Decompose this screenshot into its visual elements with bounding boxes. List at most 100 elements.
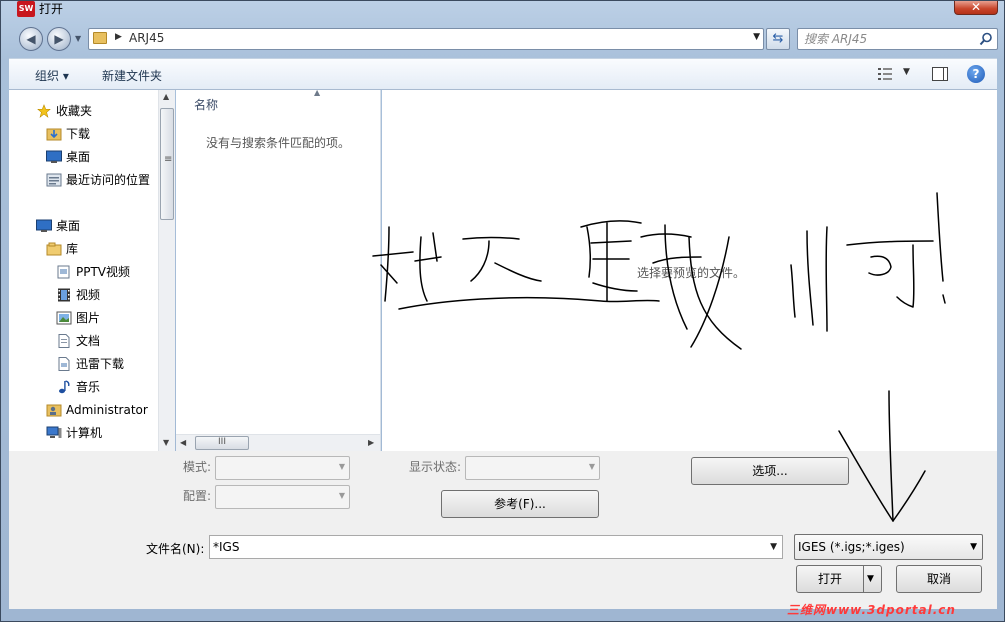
refresh-button[interactable]: ⇆ bbox=[766, 28, 790, 50]
video-library-icon bbox=[57, 265, 70, 278]
sidebar-item-thunder-download[interactable]: 迅雷下载 bbox=[56, 354, 124, 374]
config-dropdown[interactable]: ▼ bbox=[215, 485, 350, 509]
music-icon bbox=[59, 379, 70, 393]
navigation-pane-scrollbar[interactable]: ▲ ▼ bbox=[158, 90, 175, 451]
sidebar-item-label: Administrator bbox=[66, 403, 148, 417]
display-state-dropdown[interactable]: ▼ bbox=[465, 456, 600, 480]
help-icon[interactable]: ? bbox=[967, 65, 985, 83]
mode-label: 模式: bbox=[183, 460, 212, 474]
sidebar-item-label: 下载 bbox=[66, 127, 91, 141]
command-bar: 组织 ▾ 新建文件夹 ▼ ? bbox=[9, 58, 997, 90]
navigation-pane: 收藏夹 下载 桌面 最近访问的位置 桌面 库 PPTV视频 视频 图片 文档 迅 bbox=[9, 90, 174, 451]
sidebar-item-label: 文档 bbox=[76, 334, 101, 348]
recent-places-icon bbox=[46, 173, 62, 186]
sidebar-item-desktop[interactable]: 桌面 bbox=[36, 216, 80, 236]
address-dropdown-arrow[interactable]: ▼ bbox=[753, 32, 760, 42]
sidebar-item-documents[interactable]: 文档 bbox=[56, 331, 100, 351]
picture-icon bbox=[56, 311, 72, 324]
desktop-icon bbox=[46, 150, 62, 163]
chevron-down-icon[interactable]: ▼ bbox=[867, 566, 874, 592]
file-list-horizontal-scrollbar[interactable]: ◀ III ▶ bbox=[176, 434, 380, 451]
filename-combobox[interactable]: ▼ bbox=[209, 535, 783, 559]
document-icon bbox=[58, 333, 70, 348]
library-icon bbox=[46, 242, 62, 255]
sidebar-item-downloads[interactable]: 下载 bbox=[46, 124, 90, 144]
config-label: 配置: bbox=[183, 489, 212, 503]
open-split-button[interactable]: 打开 ▼ bbox=[796, 565, 882, 593]
open-file-dialog: SW 打开 ✕ ◀ ▶ ▼ ▶ ARJ45 ▼ ⇆ 组织 ▾ 新建文件夹 ▼ ? bbox=[0, 0, 1005, 622]
filename-input[interactable] bbox=[213, 539, 753, 555]
sidebar-item-computer[interactable]: 计算机 bbox=[46, 423, 102, 443]
sidebar-item-desktop-fav[interactable]: 桌面 bbox=[46, 147, 90, 167]
sidebar-item-label: 库 bbox=[66, 242, 79, 256]
film-icon bbox=[58, 288, 70, 301]
site-watermark: 三维网www.3dportal.cn bbox=[787, 603, 956, 617]
desktop-icon bbox=[36, 219, 52, 232]
cancel-button[interactable]: 取消 bbox=[896, 565, 982, 593]
scroll-up-arrow[interactable]: ▲ bbox=[163, 92, 169, 101]
sidebar-item-recent-places[interactable]: 最近访问的位置 bbox=[46, 170, 150, 190]
breadcrumb-separator[interactable]: ▶ bbox=[115, 32, 122, 42]
sidebar-item-videos[interactable]: 视频 bbox=[56, 285, 100, 305]
star-icon bbox=[37, 103, 51, 118]
breadcrumb-arj45[interactable]: ARJ45 bbox=[129, 31, 164, 45]
file-type-value: IGES (*.igs;*.iges) bbox=[798, 540, 905, 554]
thunder-download-icon bbox=[58, 356, 70, 371]
sidebar-item-pptv[interactable]: PPTV视频 bbox=[56, 262, 130, 282]
display-state-label: 显示状态: bbox=[409, 460, 462, 474]
view-details-icon[interactable] bbox=[878, 68, 892, 80]
scrollbar-thumb[interactable] bbox=[160, 108, 174, 220]
window-title: 打开 bbox=[39, 2, 64, 16]
horizontal-scrollbar-thumb[interactable]: III bbox=[195, 436, 249, 450]
sidebar-item-label: 迅雷下载 bbox=[76, 357, 125, 371]
sidebar-item-label: 音乐 bbox=[76, 380, 101, 394]
view-dropdown-arrow[interactable]: ▼ bbox=[903, 67, 910, 77]
preview-pane: 选择要预览的文件。 bbox=[382, 90, 997, 451]
new-folder-button[interactable]: 新建文件夹 bbox=[102, 67, 162, 84]
search-input[interactable] bbox=[804, 31, 974, 47]
sidebar-item-label: 最近访问的位置 bbox=[66, 173, 151, 187]
chevron-down-icon: ▼ bbox=[970, 542, 977, 552]
scroll-right-arrow[interactable]: ▶ bbox=[368, 438, 374, 447]
download-folder-icon bbox=[46, 128, 62, 140]
mode-dropdown[interactable]: ▼ bbox=[215, 456, 350, 480]
search-icon[interactable] bbox=[979, 32, 993, 46]
sidebar-item-label: 计算机 bbox=[66, 426, 103, 440]
close-button[interactable]: ✕ bbox=[954, 1, 998, 15]
organize-menu[interactable]: 组织 ▾ bbox=[35, 67, 69, 84]
split-divider bbox=[863, 566, 864, 592]
preview-message: 选择要预览的文件。 bbox=[637, 266, 746, 280]
sort-ascending-icon: ▲ bbox=[314, 88, 321, 97]
sidebar-item-music[interactable]: 音乐 bbox=[56, 377, 100, 397]
computer-icon bbox=[46, 426, 62, 438]
back-button[interactable]: ◀ bbox=[19, 27, 43, 51]
reference-button[interactable]: 参考(F)... bbox=[441, 490, 599, 518]
sidebar-item-pictures[interactable]: 图片 bbox=[56, 308, 100, 328]
preview-pane-icon[interactable] bbox=[932, 67, 948, 81]
sidebar-item-label: 桌面 bbox=[56, 219, 81, 233]
sidebar-item-label: 桌面 bbox=[66, 150, 91, 164]
sidebar-item-libraries[interactable]: 库 bbox=[46, 239, 78, 259]
chevron-down-icon[interactable]: ▼ bbox=[770, 542, 777, 552]
options-button[interactable]: 选项... bbox=[691, 457, 849, 485]
column-header-name[interactable]: 名称 bbox=[194, 96, 218, 113]
scroll-left-arrow[interactable]: ◀ bbox=[180, 438, 186, 447]
sidebar-item-label: 图片 bbox=[76, 311, 101, 325]
sidebar-item-label: 视频 bbox=[76, 288, 101, 302]
title-bar: SW 打开 ✕ bbox=[1, 1, 1004, 23]
chevron-down-icon: ▼ bbox=[338, 462, 345, 471]
open-button-label[interactable]: 打开 bbox=[797, 566, 863, 592]
sidebar-item-label: PPTV视频 bbox=[76, 265, 131, 279]
solidworks-app-icon: SW bbox=[17, 1, 35, 17]
file-list[interactable]: 名称 ▲ 没有与搜索条件匹配的项。 bbox=[176, 88, 381, 451]
forward-button[interactable]: ▶ bbox=[47, 27, 71, 51]
file-type-dropdown[interactable]: IGES (*.igs;*.iges) ▼ bbox=[794, 534, 983, 560]
recent-locations-dropdown[interactable]: ▼ bbox=[75, 34, 81, 43]
address-bar[interactable]: ▶ ARJ45 ▼ bbox=[88, 28, 764, 50]
scroll-down-arrow[interactable]: ▼ bbox=[163, 438, 169, 447]
empty-results-message: 没有与搜索条件匹配的项。 bbox=[206, 136, 351, 150]
sidebar-item-favorites[interactable]: 收藏夹 bbox=[36, 101, 92, 121]
filename-label: 文件名(N): bbox=[146, 542, 205, 556]
sidebar-item-administrator[interactable]: Administrator bbox=[46, 400, 148, 420]
search-box[interactable] bbox=[797, 28, 998, 50]
